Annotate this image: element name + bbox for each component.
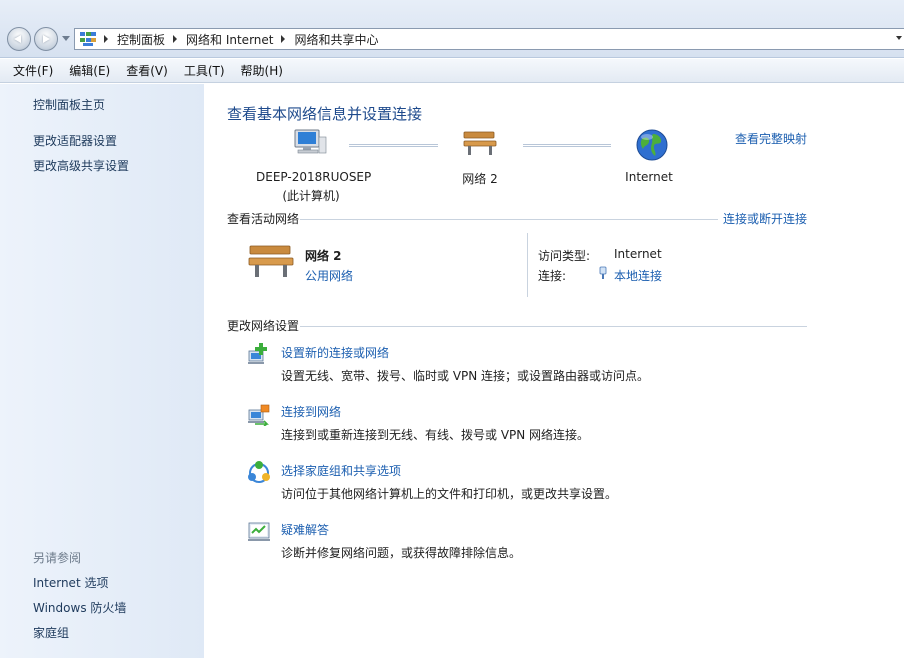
back-button[interactable] (7, 27, 31, 51)
setup-new-connection-description: 设置无线、宽带、拨号、临时或 VPN 连接；或设置路由器或访问点。 (281, 369, 650, 383)
internet-options-link[interactable]: Internet 选项 (33, 574, 108, 591)
section-divider (300, 219, 718, 220)
computer-name-label: DEEP-2018RUOSEP (256, 170, 372, 184)
connect-to-network-link[interactable]: 连接到网络 (281, 403, 341, 420)
connection-line (523, 144, 611, 147)
computer-icon (294, 129, 327, 154)
access-type-value: Internet (614, 247, 662, 261)
active-network-name: 网络 2 (305, 249, 342, 263)
menu-bar: 文件(F) 编辑(E) 查看(V) 工具(T) 帮助(H) (0, 59, 904, 83)
public-network-bench-icon (248, 245, 294, 277)
public-network-bench-icon (463, 131, 497, 155)
menu-file[interactable]: 文件(F) (5, 62, 61, 79)
windows-firewall-link[interactable]: Windows 防火墙 (33, 599, 126, 616)
change-settings-heading: 更改网络设置 (227, 319, 300, 333)
network-center-icon (80, 31, 96, 47)
back-arrow-icon (12, 34, 26, 44)
menu-view[interactable]: 查看(V) (118, 62, 176, 79)
breadcrumb-separator-icon[interactable] (104, 35, 108, 43)
network-node-label: 网络 2 (462, 172, 498, 186)
page-title: 查看基本网络信息并设置连接 (227, 105, 423, 123)
local-connection-link[interactable]: 本地连接 (614, 267, 662, 284)
menu-edit[interactable]: 编辑(E) (61, 62, 118, 79)
menu-help[interactable]: 帮助(H) (233, 62, 291, 79)
setup-new-connection-link[interactable]: 设置新的连接或网络 (281, 344, 389, 361)
this-computer-label: (此计算机) (282, 189, 340, 203)
connections-label: 连接: (538, 269, 567, 283)
connect-disconnect-link[interactable]: 连接或断开连接 (723, 210, 807, 227)
homegroup-sharing-description: 访问位于其他网络计算机上的文件和打印机，或更改共享设置。 (281, 487, 618, 501)
view-full-map-link[interactable]: 查看完整映射 (735, 130, 807, 147)
breadcrumb-network-internet[interactable]: 网络和 Internet (186, 31, 273, 48)
troubleshoot-description: 诊断并修复网络问题，或获得故障排除信息。 (281, 546, 522, 560)
public-network-link[interactable]: 公用网络 (305, 267, 353, 284)
connection-line (349, 144, 438, 147)
homegroup-link[interactable]: 家庭组 (33, 624, 69, 641)
main-content: 查看基本网络信息并设置连接 查看完整映射 DEEP-2018RUOSEP (此计… (204, 84, 904, 658)
menu-tools[interactable]: 工具(T) (176, 62, 233, 79)
address-bar-area: 控制面板 网络和 Internet 网络和共享中心 (0, 0, 904, 58)
forward-button[interactable] (34, 27, 58, 51)
forward-arrow-icon (39, 34, 53, 44)
left-task-pane: 控制面板主页 更改适配器设置 更改高级共享设置 另请参阅 Internet 选项… (0, 84, 204, 658)
recent-pages-dropdown[interactable] (62, 36, 70, 42)
new-connection-icon (248, 343, 267, 364)
homegroup-sharing-link[interactable]: 选择家庭组和共享选项 (281, 462, 401, 479)
breadcrumb-sharing-center[interactable]: 网络和共享中心 (294, 31, 378, 48)
connect-to-network-icon (248, 404, 270, 426)
breadcrumb-separator-icon[interactable] (173, 35, 178, 43)
connect-to-network-description: 连接到或重新连接到无线、有线、拨号或 VPN 网络连接。 (281, 428, 590, 442)
change-advanced-sharing-link[interactable]: 更改高级共享设置 (33, 157, 129, 174)
troubleshoot-link[interactable]: 疑难解答 (281, 521, 329, 538)
breadcrumb-separator-icon[interactable] (281, 35, 286, 43)
address-box[interactable]: 控制面板 网络和 Internet 网络和共享中心 (74, 28, 904, 50)
control-panel-home-link[interactable]: 控制面板主页 (33, 96, 105, 113)
internet-node-label: Internet (625, 170, 673, 184)
ethernet-plug-icon (599, 266, 607, 279)
change-adapter-settings-link[interactable]: 更改适配器设置 (33, 132, 117, 149)
internet-globe-icon (636, 129, 668, 161)
address-dropdown-icon[interactable] (896, 36, 902, 40)
access-type-label: 访问类型: (538, 249, 591, 263)
active-networks-heading: 查看活动网络 (227, 212, 300, 226)
homegroup-sharing-icon (248, 461, 270, 483)
see-also-heading: 另请参阅 (33, 551, 82, 565)
section-divider (300, 326, 807, 327)
vertical-divider (527, 233, 528, 297)
troubleshoot-icon (248, 522, 270, 541)
breadcrumb-control-panel[interactable]: 控制面板 (117, 31, 165, 48)
